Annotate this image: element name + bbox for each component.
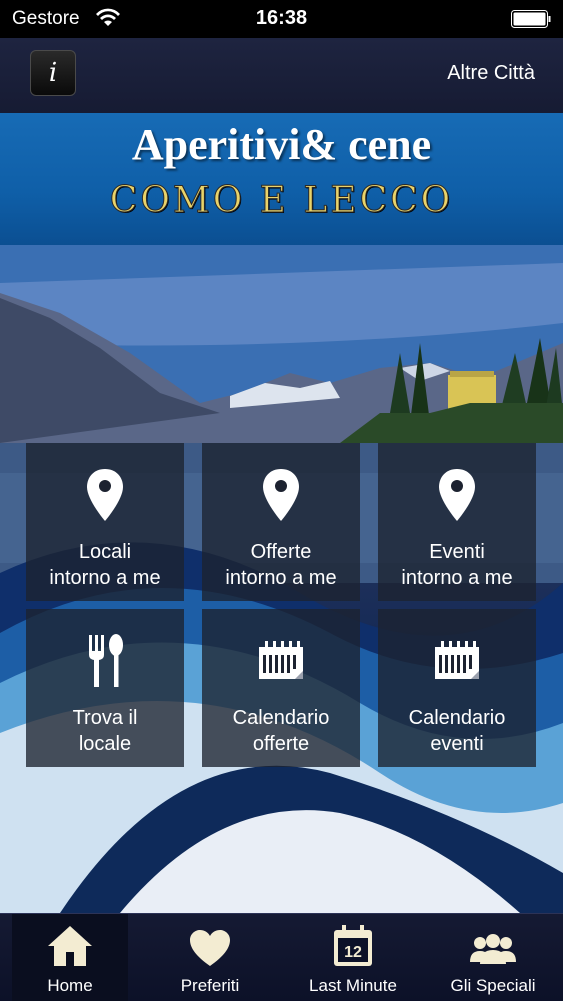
calendar-day-number: 12 [344, 944, 362, 961]
tile-label-line1: Calendario [408, 707, 506, 729]
tab-gli-speciali[interactable]: Gli Speciali [435, 914, 551, 1001]
tab-bar: Home Preferiti 12 Last Minute Gli Specia… [0, 913, 563, 1001]
tile-offerte-intorno[interactable]: Offerte intorno a me [202, 443, 360, 601]
tile-label-line1: Locali [78, 541, 132, 563]
tile-locali-intorno[interactable]: Locali intorno a me [26, 443, 184, 601]
tile-label-line2: intorno a me [401, 567, 513, 589]
fork-spoon-icon [89, 634, 123, 687]
city-subtitle: COMO E LECCO [109, 180, 454, 222]
calendar-icon [435, 641, 479, 679]
tab-preferiti-label: Preferiti [180, 976, 240, 995]
tile-label-line2: locale [78, 733, 132, 755]
location-pin-icon [87, 469, 123, 521]
calendar-12-icon: 12 [334, 925, 372, 966]
tab-gli-speciali-label: Gli Speciali [450, 976, 536, 995]
tile-label-line2: offerte [252, 733, 310, 755]
home-icon [48, 926, 92, 966]
tile-label-line1: Offerte [250, 541, 312, 563]
battery-icon [511, 10, 551, 28]
tile-calendario-offerte[interactable]: Calendario offerte [202, 609, 360, 767]
heart-icon [190, 930, 230, 966]
tile-calendario-eventi[interactable]: Calendario eventi [378, 609, 536, 767]
tab-last-minute[interactable]: 12 Last Minute [295, 914, 411, 1001]
tile-label-line2: intorno a me [49, 567, 161, 589]
tab-home[interactable]: Home [12, 914, 128, 1001]
calendar-icon [259, 641, 303, 679]
tab-last-minute-label: Last Minute [309, 976, 397, 995]
location-pin-icon [439, 469, 475, 521]
app-banner: Aperitivi& cene COMO E LECCO [0, 113, 563, 245]
status-bar: Gestore 16:38 [0, 0, 563, 38]
navigation-bar: i Altre Città [0, 38, 563, 114]
tab-preferiti[interactable]: Preferiti [152, 914, 268, 1001]
tile-label-line2: eventi [430, 733, 484, 755]
tile-trova-locale[interactable]: Trova il locale [26, 609, 184, 767]
group-icon [470, 934, 516, 964]
info-button[interactable]: i [30, 50, 76, 96]
tile-label-line1: Eventi [429, 541, 485, 563]
tab-home-label: Home [47, 976, 93, 995]
tile-label-line1: Trova il [72, 707, 138, 729]
app-title: Aperitivi& cene [131, 120, 432, 169]
tile-label-line1: Calendario [232, 707, 330, 729]
tile-label-line2: intorno a me [225, 567, 337, 589]
tile-eventi-intorno[interactable]: Eventi intorno a me [378, 443, 536, 601]
location-pin-icon [263, 469, 299, 521]
altre-citta-button[interactable]: Altre Città [447, 62, 535, 85]
clock: 16:38 [255, 7, 308, 29]
